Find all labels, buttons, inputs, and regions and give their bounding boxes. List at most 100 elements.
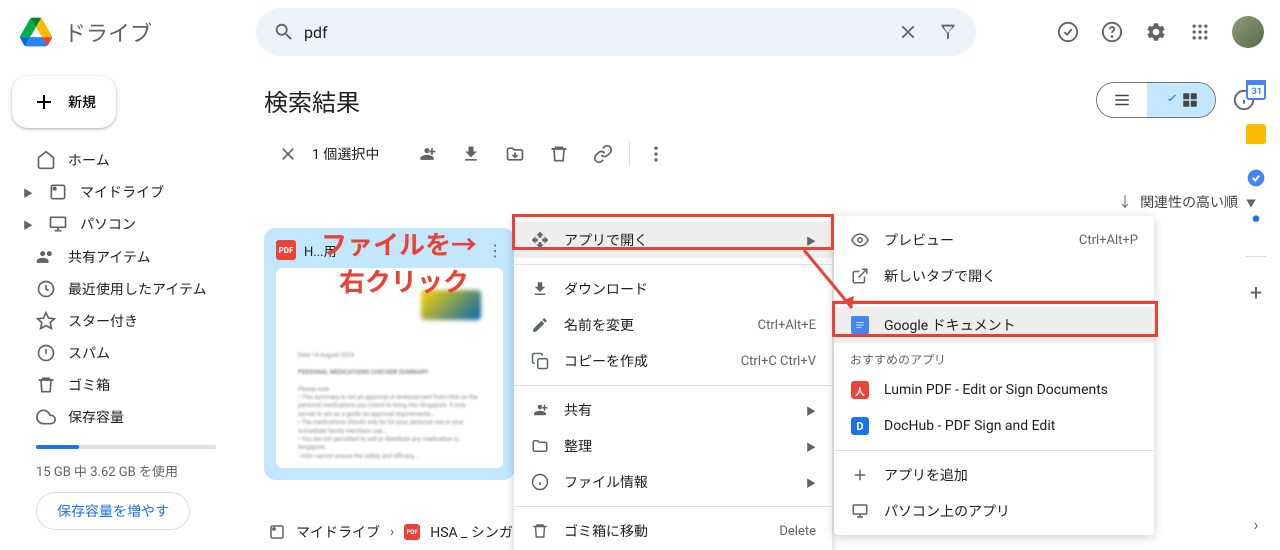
deselect-button[interactable]: [268, 134, 308, 174]
page-title: 検索結果: [264, 83, 360, 118]
ctx-organize[interactable]: 整理▶: [514, 428, 832, 464]
file-card[interactable]: PDF H...用 ⋮ Date 14 August 2024PERSONAL …: [264, 228, 515, 480]
submenu-preview[interactable]: プレビューCtrl+Alt+P: [834, 222, 1154, 258]
submenu-dochub[interactable]: DDocHub - PDF Sign and Edit: [834, 408, 1154, 444]
drive-icon: [48, 182, 68, 202]
breadcrumb-root[interactable]: マイドライブ: [296, 522, 380, 542]
collapse-panel-icon[interactable]: ›: [1254, 515, 1259, 534]
side-panel: 31 + ›: [1232, 64, 1280, 550]
sidebar-item-spam[interactable]: スパム: [12, 337, 248, 369]
delete-button[interactable]: [539, 134, 579, 174]
chevron-right-icon: ▶: [20, 217, 36, 232]
edit-icon: [530, 315, 550, 335]
sidebar-item-computers[interactable]: ▶ パソコン: [12, 208, 248, 240]
sidebar-item-trash[interactable]: ゴミ箱: [12, 369, 248, 401]
upgrade-storage-button[interactable]: 保存容量を増やす: [36, 492, 190, 530]
grid-view-button[interactable]: [1147, 83, 1215, 117]
share-button[interactable]: [407, 134, 447, 174]
pdf-icon: PDF: [404, 524, 420, 540]
computer-icon: [48, 214, 68, 234]
new-button-label: 新規: [68, 92, 96, 112]
sidebar-item-label: マイドライブ: [80, 182, 164, 202]
search-input[interactable]: [304, 23, 888, 42]
sidebar-item-mydrive[interactable]: ▶ マイドライブ: [12, 176, 248, 208]
help-icon[interactable]: [1092, 12, 1132, 52]
more-icon[interactable]: ⋮: [487, 241, 503, 260]
context-menu: アプリで開く▶ ダウンロード 名前を変更Ctrl+Alt+E コピーを作成Ctr…: [514, 216, 832, 550]
submenu-add-app[interactable]: アプリを追加: [834, 457, 1154, 493]
link-button[interactable]: [583, 134, 623, 174]
sidebar-item-home[interactable]: ホーム: [12, 144, 248, 176]
file-thumbnail: Date 14 August 2024PERSONAL MEDICATIONS …: [276, 268, 503, 468]
sidebar-item-label: ホーム: [68, 150, 110, 170]
selection-text: 1 個選択中: [312, 144, 379, 164]
submenu-open-with: プレビューCtrl+Alt+P 新しいタブで開く Google ドキュメント お…: [834, 216, 1154, 535]
storage-section: 15 GB 中 3.62 GB を使用 保存容量を増やす: [12, 433, 248, 542]
trash-icon: [530, 521, 550, 541]
sidebar-item-starred[interactable]: スター付き: [12, 305, 248, 337]
sidebar-item-storage[interactable]: 保存容量: [12, 401, 248, 433]
open-newtab-icon: [850, 266, 870, 286]
selection-bar: 1 個選択中: [264, 128, 1264, 180]
search-icon[interactable]: [264, 12, 304, 52]
submenu-lumin[interactable]: 人Lumin PDF - Edit or Sign Documents: [834, 372, 1154, 408]
breadcrumb: マイドライブ › PDF HSA _ シンガ: [264, 514, 517, 542]
content: 検索結果 1 個選択中 ↓ 関連性の高い順 ▼: [248, 64, 1280, 550]
tasks-icon[interactable]: [1246, 168, 1266, 188]
sidebar-item-label: ゴミ箱: [68, 375, 110, 395]
ctx-download[interactable]: ダウンロード: [514, 271, 832, 307]
move-button[interactable]: [495, 134, 535, 174]
drive-icon: [268, 523, 286, 541]
apps-grid-icon[interactable]: [1180, 12, 1220, 52]
submenu-pc-app[interactable]: パソコン上のアプリ: [834, 493, 1154, 529]
spam-icon: [36, 343, 56, 363]
folder-icon: [530, 436, 550, 456]
copy-icon: [530, 351, 550, 371]
sort-direction-icon[interactable]: ↓: [1118, 192, 1132, 212]
ctx-open-with[interactable]: アプリで開く▶: [514, 222, 832, 258]
submenu-google-docs[interactable]: Google ドキュメント: [834, 307, 1154, 343]
contacts-icon[interactable]: [1246, 212, 1266, 232]
settings-icon[interactable]: [1136, 12, 1176, 52]
sidebar: 新規 ホーム ▶ マイドライブ ▶ パソコン 共有アイテム 最近使用したアイテム ス…: [0, 64, 248, 550]
ctx-fileinfo[interactable]: ファイル情報▶: [514, 464, 832, 500]
submenu-newtab[interactable]: 新しいタブで開く: [834, 258, 1154, 294]
people-icon: [36, 247, 56, 267]
sidebar-item-label: 共有アイテム: [68, 247, 151, 267]
ctx-trash[interactable]: ゴミ箱に移動Delete: [514, 513, 832, 549]
avatar[interactable]: [1232, 16, 1264, 48]
clear-search-icon[interactable]: [888, 12, 928, 52]
clock-icon: [36, 279, 56, 299]
add-panel-icon[interactable]: +: [1250, 281, 1262, 306]
download-icon: [530, 279, 550, 299]
ctx-share[interactable]: 共有▶: [514, 392, 832, 428]
more-actions-button[interactable]: [636, 134, 676, 174]
app-name: ドライブ: [64, 16, 152, 48]
sidebar-item-recent[interactable]: 最近使用したアイテム: [12, 273, 248, 305]
filter-icon[interactable]: [928, 12, 968, 52]
keep-icon[interactable]: [1246, 124, 1266, 144]
file-card-header: PDF H...用 ⋮: [276, 240, 503, 260]
sidebar-item-label: パソコン: [80, 214, 136, 234]
info-icon: [530, 472, 550, 492]
chevron-right-icon: ▶: [806, 233, 816, 248]
cloud-icon: [36, 407, 56, 427]
drive-logo-icon[interactable]: [16, 12, 56, 52]
ready-offline-icon[interactable]: [1048, 12, 1088, 52]
sidebar-item-shared[interactable]: 共有アイテム: [12, 241, 248, 273]
breadcrumb-file[interactable]: HSA _ シンガ: [430, 522, 513, 542]
chevron-right-icon: ▶: [806, 439, 816, 454]
ctx-rename[interactable]: 名前を変更Ctrl+Alt+E: [514, 307, 832, 343]
ctx-copy[interactable]: コピーを作成Ctrl+C Ctrl+V: [514, 343, 832, 379]
header-actions: [1048, 12, 1264, 52]
calendar-icon[interactable]: 31: [1246, 80, 1266, 100]
search-bar: [256, 8, 976, 56]
submenu-heading: おすすめのアプリ: [834, 343, 1154, 372]
download-button[interactable]: [451, 134, 491, 174]
view-toggle-group: [1096, 82, 1216, 118]
new-button[interactable]: 新規: [12, 76, 116, 128]
divider: [1246, 256, 1266, 257]
list-view-button[interactable]: [1097, 83, 1147, 117]
sort-label[interactable]: 関連性の高い順: [1140, 192, 1238, 212]
chevron-right-icon: ▶: [20, 185, 36, 200]
